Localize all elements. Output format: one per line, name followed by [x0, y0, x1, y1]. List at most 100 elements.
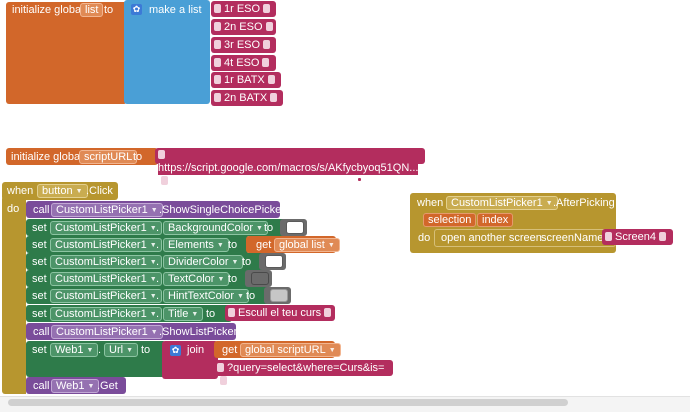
title-string[interactable]: Escull el teu curs — [225, 305, 335, 321]
get-label: get — [222, 344, 238, 356]
chevron-down-icon: ▼ — [217, 276, 225, 283]
quote-icon — [267, 75, 275, 84]
to-label: to — [264, 222, 274, 234]
color-swatch — [286, 221, 304, 234]
init-global-label: initialize global — [12, 4, 84, 16]
set-label: set — [32, 273, 47, 285]
chevron-down-icon: ▼ — [328, 347, 336, 354]
chevron-down-icon: ▼ — [87, 383, 95, 390]
chevron-down-icon: ▼ — [216, 242, 224, 249]
property-dropdown[interactable]: Elements ▼ — [163, 238, 229, 252]
get-label: get — [256, 239, 272, 251]
quote-icon — [324, 308, 332, 317]
list-item-2n-batx[interactable]: 2n BATX — [211, 90, 283, 106]
component-dropdown[interactable]: CustomListPicker1 ▼ — [50, 238, 162, 252]
property-dropdown[interactable]: Title ▼ — [163, 307, 204, 321]
script-url-string[interactable]: https://script.google.com/macros/s/AKfyc… — [155, 148, 425, 185]
property-dropdown[interactable]: DividerColor ▼ — [163, 255, 244, 269]
call-label: call — [33, 380, 50, 392]
property-dropdown[interactable]: BackgroundColor ▼ — [163, 221, 268, 235]
component-dropdown[interactable]: CustomListPicker1 ▼ — [50, 289, 162, 303]
set-label: set — [32, 256, 47, 268]
list-item-1r-eso[interactable]: 1r ESO — [211, 1, 276, 17]
method-name-label: .ShowSingleChoicePicker — [159, 204, 285, 216]
dot-label: . — [156, 239, 160, 251]
to-label: to — [141, 344, 151, 356]
quote-icon — [263, 40, 271, 49]
quote-icon — [262, 58, 270, 67]
component-dropdown[interactable]: CustomListPicker1 ▼ — [50, 221, 162, 235]
color-swatch — [251, 272, 269, 285]
property-dropdown[interactable]: Url ▼ — [104, 343, 138, 357]
screen-name-label: screenName — [541, 232, 604, 244]
when-label: when — [7, 185, 34, 197]
event-name-label: .Click — [86, 185, 113, 197]
quote-icon — [228, 308, 235, 317]
component-dropdown[interactable]: CustomListPicker1 ▼ — [50, 255, 162, 269]
dot-label: . — [156, 256, 160, 268]
query-string[interactable]: ?query=select&where=Curs&is= — [214, 360, 393, 385]
component-dropdown[interactable]: Web1 ▼ — [51, 379, 100, 393]
to-label: to — [206, 308, 216, 320]
screen-name-string[interactable]: Screen4 — [602, 229, 673, 245]
quote-icon — [158, 150, 165, 159]
chevron-down-icon: ▼ — [86, 347, 94, 354]
list-item-1r-batx[interactable]: 1r BATX — [211, 72, 281, 88]
set-label: set — [32, 239, 47, 251]
component-dropdown[interactable]: CustomListPicker1 ▼ — [51, 325, 163, 339]
when-label: when — [417, 197, 444, 209]
variable-dropdown[interactable]: global scriptURL ▼ — [240, 343, 341, 357]
chevron-down-icon: ▼ — [545, 200, 553, 207]
component-dropdown[interactable]: button ▼ — [37, 184, 88, 198]
list-item-4t-eso[interactable]: 4t ESO — [211, 55, 276, 71]
init-global-list-block[interactable] — [6, 2, 127, 104]
param-selection[interactable]: selection — [423, 213, 477, 227]
gear-icon[interactable]: ✿ — [131, 4, 142, 15]
call-label: call — [33, 204, 50, 216]
quote-icon — [658, 232, 666, 241]
do-label: do — [7, 203, 20, 215]
set-label: set — [32, 344, 47, 356]
property-dropdown[interactable]: HintTextColor ▼ — [163, 289, 249, 303]
component-dropdown[interactable]: CustomListPicker1 ▼ — [50, 272, 162, 286]
property-dropdown[interactable]: TextColor ▼ — [163, 272, 230, 286]
chevron-down-icon: ▼ — [191, 311, 199, 318]
method-name-label: .ShowListPicker — [159, 326, 238, 338]
init-global-label: initialize global — [11, 151, 83, 163]
event-name-label: .AfterPicking — [553, 197, 615, 209]
set-label: set — [32, 308, 47, 320]
event-body-spine — [2, 196, 26, 394]
scrollbar-thumb[interactable] — [8, 399, 568, 406]
horizontal-scrollbar[interactable] — [0, 396, 690, 412]
color-swatch — [265, 255, 283, 268]
variable-dropdown[interactable]: global list ▼ — [274, 238, 340, 252]
variable-name-field[interactable]: scriptURL — [79, 150, 138, 164]
dot-label: . — [156, 290, 160, 302]
method-name-label: .Get — [97, 380, 118, 392]
to-label: to — [242, 256, 252, 268]
quote-icon — [214, 93, 221, 102]
quote-icon — [214, 4, 221, 13]
quote-icon — [214, 58, 221, 67]
warning-mark — [358, 178, 361, 181]
quote-icon — [605, 232, 612, 241]
quote-icon — [217, 363, 224, 372]
dot-label: . — [98, 344, 102, 356]
param-index[interactable]: index — [477, 213, 514, 227]
to-label: to — [228, 273, 238, 285]
set-label: set — [32, 290, 47, 302]
chevron-down-icon: ▼ — [327, 242, 335, 249]
gear-icon[interactable]: ✿ — [170, 345, 181, 356]
component-dropdown[interactable]: CustomListPicker1 ▼ — [50, 307, 162, 321]
component-dropdown[interactable]: Web1 ▼ — [50, 343, 99, 357]
set-label: set — [32, 222, 47, 234]
quote-icon — [214, 75, 221, 84]
chevron-down-icon: ▼ — [75, 188, 83, 195]
list-item-2n-eso[interactable]: 2n ESO — [211, 19, 276, 35]
dot-label: . — [156, 308, 160, 320]
variable-name-field[interactable]: list — [80, 3, 104, 17]
component-dropdown[interactable]: CustomListPicker1 ▼ — [51, 203, 163, 217]
dot-label: . — [156, 222, 160, 234]
component-dropdown[interactable]: CustomListPicker1 ▼ — [446, 196, 558, 210]
list-item-3r-eso[interactable]: 3r ESO — [211, 37, 276, 53]
